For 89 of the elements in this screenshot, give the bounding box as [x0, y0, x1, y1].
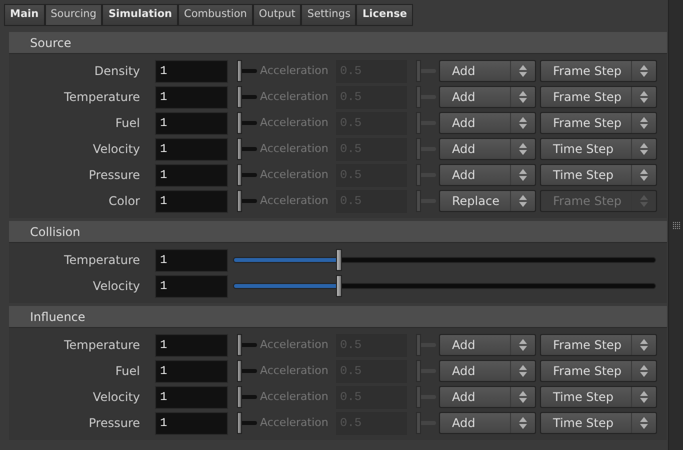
parameter-label: Density [93, 63, 141, 80]
grip-icon [672, 222, 680, 228]
tab[interactable]: Settings [301, 4, 356, 26]
slider-track[interactable] [233, 249, 656, 271]
section-header[interactable]: Source [9, 32, 667, 54]
value-field[interactable]: 1 [155, 112, 228, 134]
up-down-arrows-icon [640, 195, 648, 207]
up-down-arrows-icon [519, 117, 527, 129]
up-down-arrows-icon [640, 143, 648, 155]
dropdown-menu[interactable]: Add [439, 138, 536, 160]
up-down-arrows-icon [640, 65, 648, 77]
dropdown-menu[interactable]: Time Step [540, 412, 657, 434]
value-field[interactable]: 1 [155, 190, 228, 212]
parameter-label: Velocity [92, 389, 141, 406]
parameter-label: Velocity [92, 278, 141, 295]
parameter-label: Temperature [62, 337, 141, 354]
slider-thumb[interactable] [336, 275, 342, 297]
acceleration-label: Acceleration [260, 192, 330, 209]
tab[interactable]: Sourcing [44, 4, 102, 26]
tab[interactable]: Combustion [178, 4, 253, 26]
dropdown-menu[interactable]: Add [439, 386, 536, 408]
up-down-arrows-icon [640, 91, 648, 103]
value-field[interactable]: 1 [155, 412, 228, 434]
value-field[interactable]: 1 [155, 360, 228, 382]
section-header[interactable]: Influence [9, 306, 667, 328]
parameter-label: Fuel [114, 363, 141, 380]
dropdown-menu[interactable]: Frame Step [540, 360, 657, 382]
acceleration-label: Acceleration [260, 414, 330, 431]
parameter-label: Fuel [114, 115, 141, 132]
value-field[interactable]: 1 [155, 274, 228, 298]
acceleration-label: Acceleration [260, 88, 330, 105]
up-down-arrows-icon [519, 391, 527, 403]
value-field[interactable]: 1 [155, 164, 228, 186]
dropdown-menu[interactable]: Add [439, 86, 536, 108]
dropdown-menu[interactable]: Time Step [540, 138, 657, 160]
acceleration-label: Acceleration [260, 114, 330, 131]
parameter-label: Color [108, 193, 141, 210]
up-down-arrows-icon [519, 91, 527, 103]
tab[interactable]: Main [4, 4, 45, 26]
tab[interactable]: License [356, 4, 413, 26]
tab[interactable]: Output [252, 4, 302, 26]
dropdown-menu[interactable]: Add [439, 334, 536, 356]
dropdown-menu[interactable]: Add [439, 360, 536, 382]
parameter-label: Temperature [62, 89, 141, 106]
slider-track[interactable] [233, 275, 656, 297]
acceleration-label: Acceleration [260, 336, 330, 353]
dropdown-menu[interactable]: Replace [439, 190, 536, 212]
dropdown-menu[interactable]: Time Step [540, 386, 657, 408]
up-down-arrows-icon [640, 339, 648, 351]
dropdown-menu[interactable]: Add [439, 112, 536, 134]
up-down-arrows-icon [519, 417, 527, 429]
parameter-label: Pressure [88, 415, 141, 432]
parameter-label: Velocity [92, 141, 141, 158]
value-field[interactable]: 1 [155, 86, 228, 108]
acceleration-label: Acceleration [260, 362, 330, 379]
dropdown-menu[interactable]: Frame Step [540, 86, 657, 108]
slider-thumb[interactable] [336, 249, 342, 271]
acceleration-label: Acceleration [260, 62, 330, 79]
scrollbar[interactable] [668, 0, 683, 450]
up-down-arrows-icon [640, 365, 648, 377]
dropdown-menu[interactable]: Add [439, 164, 536, 186]
up-down-arrows-icon [519, 65, 527, 77]
acceleration-label: Acceleration [260, 166, 330, 183]
acceleration-label: Acceleration [260, 140, 330, 157]
up-down-arrows-icon [519, 195, 527, 207]
dropdown-menu[interactable]: Add [439, 60, 536, 82]
up-down-arrows-icon [640, 117, 648, 129]
dropdown-menu[interactable]: Add [439, 412, 536, 434]
dropdown-menu[interactable]: Time Step [540, 164, 657, 186]
up-down-arrows-icon [519, 169, 527, 181]
up-down-arrows-icon [640, 417, 648, 429]
value-field[interactable]: 1 [155, 386, 228, 408]
value-field[interactable]: 1 [155, 60, 228, 82]
value-field[interactable]: 1 [155, 334, 228, 356]
parameter-label: Pressure [88, 167, 141, 184]
section-header[interactable]: Collision [9, 221, 667, 243]
dropdown-menu[interactable]: Frame Step [540, 334, 657, 356]
up-down-arrows-icon [640, 391, 648, 403]
tab[interactable]: Simulation [102, 4, 178, 26]
up-down-arrows-icon [519, 143, 527, 155]
parameter-label: Temperature [62, 252, 141, 269]
dropdown-menu[interactable]: Frame Step [540, 112, 657, 134]
up-down-arrows-icon [519, 339, 527, 351]
acceleration-label: Acceleration [260, 388, 330, 405]
dropdown-menu[interactable]: Frame Step [540, 60, 657, 82]
up-down-arrows-icon [640, 169, 648, 181]
value-field[interactable]: 1 [155, 248, 228, 272]
up-down-arrows-icon [519, 365, 527, 377]
value-field[interactable]: 1 [155, 138, 228, 160]
